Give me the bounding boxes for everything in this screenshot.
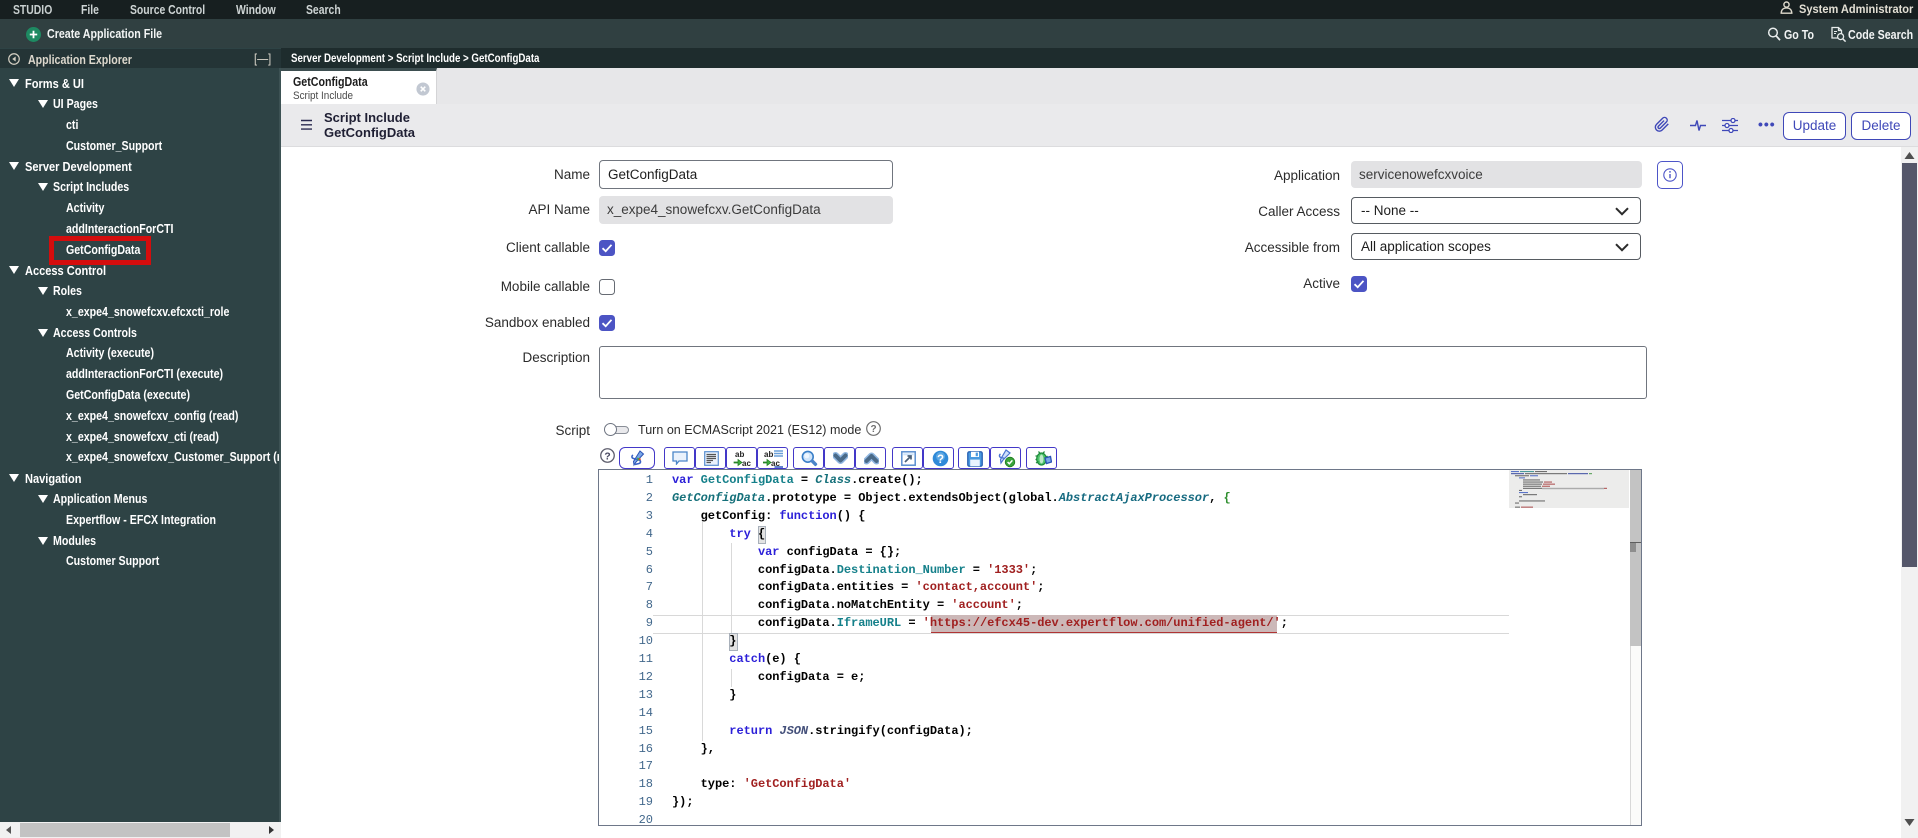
svg-text:?: ? <box>870 424 876 435</box>
svg-text:ab: ab <box>764 450 773 459</box>
svg-text:?: ? <box>936 454 943 466</box>
svg-text:ab: ab <box>735 450 744 459</box>
svg-text:?: ? <box>604 451 610 462</box>
svg-text:ac: ac <box>742 459 751 468</box>
